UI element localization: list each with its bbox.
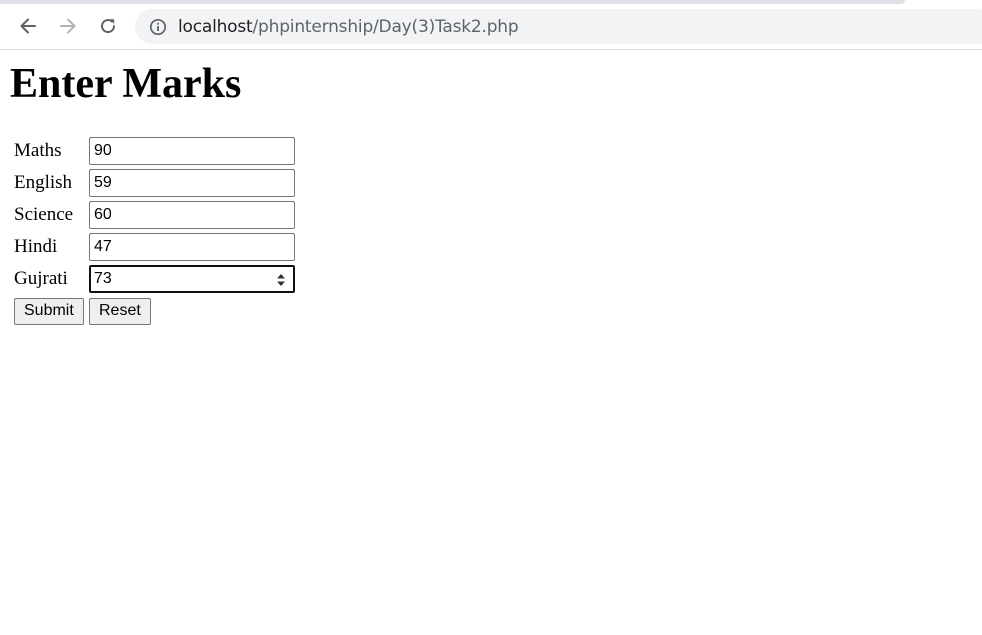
page-title: Enter Marks bbox=[10, 61, 242, 107]
maths-input[interactable]: 90 bbox=[89, 137, 295, 165]
gujrati-value: 73 bbox=[94, 270, 112, 287]
url-path: /phpinternship/Day(3)Task2.php bbox=[252, 16, 519, 37]
info-icon[interactable] bbox=[148, 17, 168, 37]
gujrati-input[interactable]: 73 bbox=[89, 265, 295, 293]
reload-button[interactable] bbox=[93, 11, 123, 41]
english-value: 59 bbox=[94, 174, 112, 191]
row-english: English 59 bbox=[13, 168, 296, 198]
marks-form: Maths 90 English 59 Science 60 Hindi 47 … bbox=[10, 134, 982, 328]
maths-value: 90 bbox=[94, 142, 112, 159]
science-input[interactable]: 60 bbox=[89, 201, 295, 229]
row-maths: Maths 90 bbox=[13, 136, 296, 166]
forward-button[interactable] bbox=[53, 11, 83, 41]
url-text[interactable]: localhost/phpinternship/Day(3)Task2.php bbox=[178, 16, 519, 37]
hindi-value: 47 bbox=[94, 238, 112, 255]
browser-toolbar: localhost/phpinternship/Day(3)Task2.php bbox=[0, 0, 982, 50]
science-value: 60 bbox=[94, 206, 112, 223]
spinner-arrows-icon[interactable] bbox=[276, 272, 286, 288]
page-content: Enter Marks Maths 90 English 59 Science … bbox=[0, 61, 982, 328]
reload-icon bbox=[101, 19, 116, 34]
english-label: English bbox=[14, 172, 73, 193]
arrow-left-icon bbox=[20, 18, 36, 34]
reset-button[interactable]: Reset bbox=[89, 297, 151, 325]
maths-label: Maths bbox=[14, 140, 62, 161]
back-button[interactable] bbox=[13, 11, 43, 41]
row-science: Science 60 bbox=[13, 200, 296, 230]
hindi-input[interactable]: 47 bbox=[89, 233, 295, 261]
gujrati-label: Gujrati bbox=[14, 268, 68, 289]
button-row: Submit Reset bbox=[13, 296, 296, 326]
row-gujrati: Gujrati 73 bbox=[13, 264, 296, 294]
tab-strip bbox=[0, 0, 905, 4]
hindi-label: Hindi bbox=[14, 236, 58, 257]
science-label: Science bbox=[14, 204, 74, 225]
row-hindi: Hindi 47 bbox=[13, 232, 296, 262]
marks-table: Maths 90 English 59 Science 60 Hindi 47 … bbox=[11, 134, 298, 328]
address-bar[interactable]: localhost/phpinternship/Day(3)Task2.php bbox=[135, 9, 982, 44]
arrow-right-icon bbox=[60, 18, 76, 34]
submit-button[interactable]: Submit bbox=[14, 297, 84, 325]
url-host: localhost bbox=[178, 16, 253, 37]
english-input[interactable]: 59 bbox=[89, 169, 295, 197]
